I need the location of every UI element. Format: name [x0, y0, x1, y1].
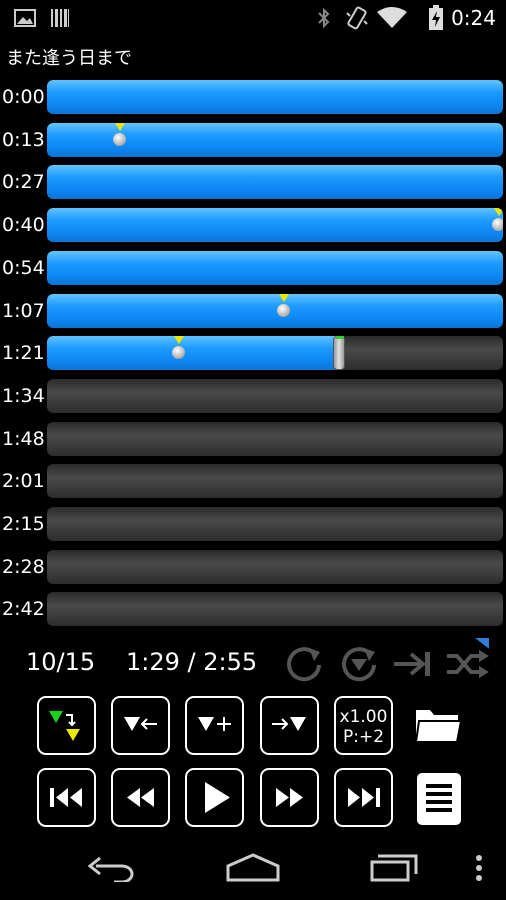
marker-forward-icon: [272, 717, 306, 731]
row-time-label: 2:01: [2, 470, 45, 492]
elapsed-total-time: 1:29 / 2:55: [126, 648, 258, 676]
rewind-icon: [127, 788, 154, 807]
marker-back-button[interactable]: [111, 696, 170, 755]
timeline-row[interactable]: 0:00: [0, 79, 506, 115]
played-fill: [47, 294, 503, 328]
timeline-row[interactable]: 1:21: [0, 335, 506, 371]
bluetooth-icon: [318, 7, 330, 29]
open-folder-icon[interactable]: [414, 706, 464, 746]
song-title: また逢う日まで: [6, 48, 132, 69]
row-time-label: 1:07: [2, 300, 45, 322]
timeline-row[interactable]: 2:01: [0, 463, 506, 499]
timeline-row[interactable]: 0:54: [0, 250, 506, 286]
row-time-label: 1:21: [2, 342, 45, 364]
back-icon[interactable]: [86, 852, 138, 882]
waveform-bar[interactable]: [47, 294, 503, 328]
bookmark-marker[interactable]: [112, 123, 128, 157]
jump-to-marker-button[interactable]: [37, 696, 96, 755]
timeline-row[interactable]: 0:13: [0, 122, 506, 158]
marker-back-icon: [124, 717, 157, 731]
timeline-row[interactable]: 1:07: [0, 293, 506, 329]
add-marker-icon: [198, 717, 231, 731]
fast-forward-icon: [276, 788, 303, 807]
skip-to-end-icon[interactable]: [392, 644, 436, 684]
bookmark-marker[interactable]: [491, 208, 503, 242]
row-time-label: 2:42: [2, 598, 45, 620]
play-icon: [205, 782, 230, 813]
previous-track-icon: [50, 788, 82, 807]
row-time-label: 1:34: [2, 385, 45, 407]
shuffle-icon[interactable]: [445, 638, 489, 678]
timeline-row[interactable]: 0:40: [0, 207, 506, 243]
waveform-bar[interactable]: [47, 80, 503, 114]
waveform-bar[interactable]: [47, 379, 503, 413]
waveform-bar[interactable]: [47, 464, 503, 498]
barcode-icon: [51, 9, 69, 27]
image-icon: [14, 9, 36, 27]
previous-track-button[interactable]: [37, 768, 96, 827]
vibrate-icon: [346, 6, 368, 30]
timeline-row[interactable]: 2:42: [0, 591, 506, 627]
row-time-label: 0:27: [2, 171, 45, 193]
row-time-label: 1:48: [2, 428, 45, 450]
jump-to-marker-icon: [49, 711, 80, 741]
speed-label: x1.00: [339, 707, 388, 727]
repeat-icon[interactable]: [283, 644, 327, 684]
waveform-bar[interactable]: [47, 550, 503, 584]
waveform-bar[interactable]: [47, 123, 503, 157]
row-time-label: 2:15: [2, 513, 45, 535]
timeline-row[interactable]: 2:28: [0, 549, 506, 585]
timeline-row[interactable]: 0:27: [0, 164, 506, 200]
next-track-button[interactable]: [334, 768, 393, 827]
rewind-button[interactable]: [111, 768, 170, 827]
track-position: 10/15: [26, 648, 96, 676]
played-fill: [47, 165, 503, 199]
row-time-label: 0:13: [2, 129, 45, 151]
timeline-row[interactable]: 2:15: [0, 506, 506, 542]
timeline-row[interactable]: 1:34: [0, 378, 506, 414]
wifi-icon: [377, 7, 407, 28]
pitch-label: P:+2: [342, 727, 385, 747]
navigation-bar: [0, 834, 506, 900]
repeat-marker-icon[interactable]: [337, 644, 381, 684]
waveform-bar[interactable]: [47, 336, 503, 370]
played-fill: [47, 208, 503, 242]
played-fill: [47, 336, 339, 370]
waveform-bar[interactable]: [47, 592, 503, 626]
playhead-thumb[interactable]: [332, 336, 345, 370]
battery-charging-icon: [429, 5, 443, 30]
add-marker-button[interactable]: [185, 696, 244, 755]
waveform-bar[interactable]: [47, 507, 503, 541]
fast-forward-button[interactable]: [260, 768, 319, 827]
bookmark-marker[interactable]: [276, 294, 292, 328]
next-track-icon: [348, 788, 380, 807]
row-time-label: 0:40: [2, 214, 45, 236]
recent-apps-icon[interactable]: [368, 852, 420, 882]
waveform-bar[interactable]: [47, 251, 503, 285]
row-time-label: 0:00: [2, 86, 45, 108]
playlist-icon[interactable]: [417, 773, 461, 825]
more-icon[interactable]: [474, 854, 484, 882]
played-fill: [47, 251, 503, 285]
waveform-bar[interactable]: [47, 208, 503, 242]
marker-forward-button[interactable]: [260, 696, 319, 755]
status-bar: 0:24: [0, 0, 506, 36]
row-time-label: 0:54: [2, 257, 45, 279]
speed-pitch-button[interactable]: x1.00 P:+2: [334, 696, 393, 755]
waveform-bar[interactable]: [47, 422, 503, 456]
timeline-row[interactable]: 1:48: [0, 421, 506, 457]
row-time-label: 2:28: [2, 556, 45, 578]
played-fill: [47, 80, 503, 114]
home-icon[interactable]: [224, 852, 282, 882]
waveform-bar[interactable]: [47, 165, 503, 199]
clock: 0:24: [451, 6, 496, 30]
play-button[interactable]: [185, 768, 244, 827]
bookmark-marker[interactable]: [171, 336, 187, 370]
